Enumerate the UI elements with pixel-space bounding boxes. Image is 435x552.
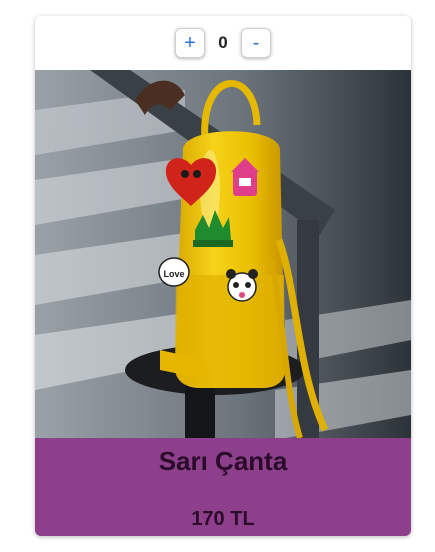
product-image: Love — [35, 70, 411, 450]
quantity-stepper: + 0 - — [35, 16, 411, 70]
increment-button[interactable]: + — [175, 28, 205, 58]
love-pin-label: Love — [163, 269, 184, 279]
product-caption: Sarı Çanta 170 TL — [35, 438, 411, 536]
product-title: Sarı Çanta — [158, 446, 288, 476]
decrement-button[interactable]: - — [241, 28, 271, 58]
product-card: + 0 - Love Sarı Çanta 170 TL — [35, 16, 411, 536]
product-price: 170 TL — [191, 508, 255, 530]
quantity-count: 0 — [218, 33, 228, 52]
